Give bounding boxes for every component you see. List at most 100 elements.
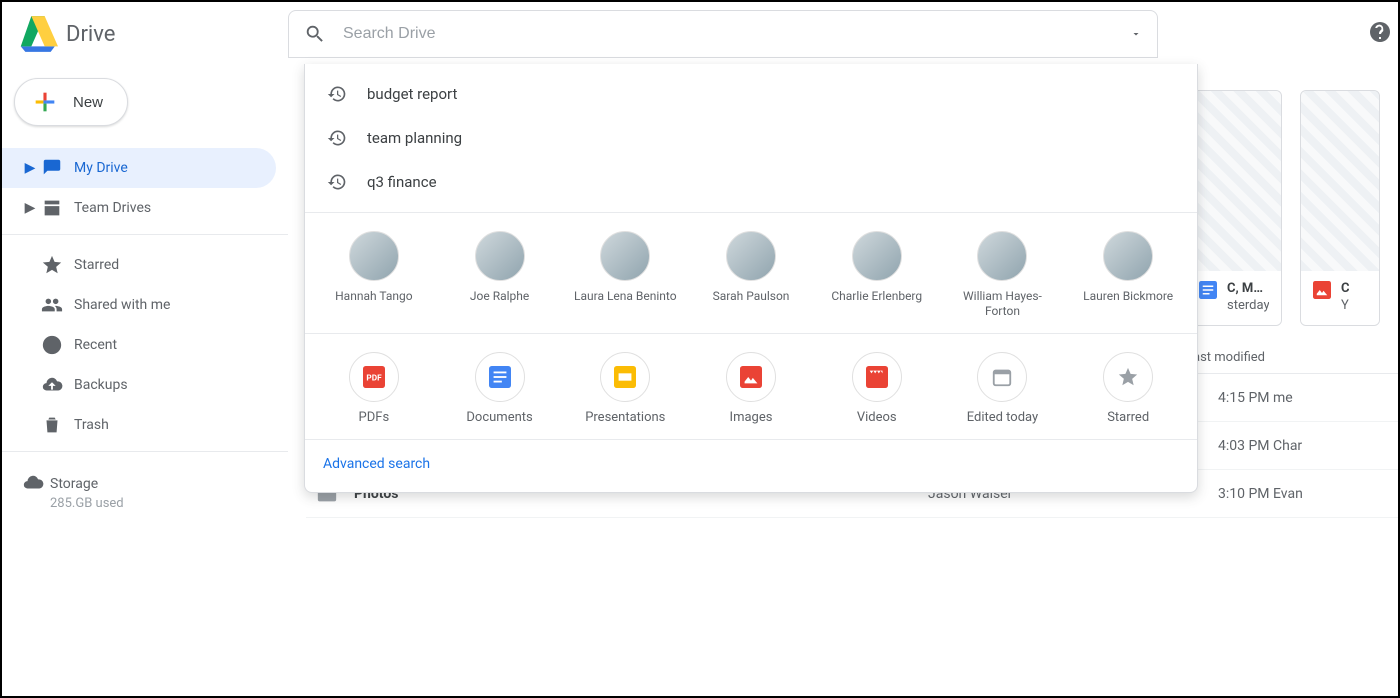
filter-chip-image[interactable]: Images [688,352,814,425]
slides-icon [600,352,650,402]
file-subtext: Y [1341,298,1350,313]
filter-label: Documents [466,410,532,425]
sidebar-item-starred[interactable]: · Starred [2,245,276,285]
search-options-caret-icon[interactable] [1130,28,1142,40]
file-thumbnail [1301,91,1379,271]
star-icon [38,254,66,276]
sidebar-item-backups[interactable]: · Backups [2,365,276,405]
search-bar[interactable] [288,10,1158,58]
video-icon [852,352,902,402]
avatar [600,231,650,281]
suggestion-text: q3 finance [367,173,437,191]
history-icon [327,172,347,192]
search-suggestion[interactable]: q3 finance [305,160,1197,204]
doc-icon [475,352,525,402]
avatar [977,231,1027,281]
sidebar-item-storage[interactable]: Storage 285.GB used [2,468,288,511]
filter-label: Starred [1107,410,1149,425]
sidebar-item-label: Starred [74,257,119,273]
avatar [852,231,902,281]
expand-caret-icon[interactable]: ▶ [22,160,38,176]
storage-used: 285.GB used [50,496,288,511]
file-modified: 4:15 PM me [1218,390,1398,406]
plus-icon [31,88,59,116]
avatar [475,231,525,281]
pdf-icon: PDF [349,352,399,402]
quick-access-card[interactable]: C, Mec… sterday [1186,90,1282,326]
person-name: Sarah Paulson [713,289,790,304]
filter-label: Edited today [967,410,1038,425]
person-chip[interactable]: William Hayes-Forton [940,231,1066,319]
person-name: Lauren Bickmore [1083,289,1173,304]
col-modified[interactable]: Last modified [1186,350,1366,365]
drive-logo-icon [18,16,58,52]
suggestion-text: team planning [367,129,462,147]
avatar [349,231,399,281]
clock-icon [38,334,66,356]
file-name: C [1341,281,1350,296]
advanced-search-link[interactable]: Advanced search [305,440,1197,492]
person-name: Hannah Tango [335,289,412,304]
svg-text:PDF: PDF [366,374,382,384]
filter-chip-calendar[interactable]: Edited today [940,352,1066,425]
people-icon [38,294,66,316]
sidebar-item-trash[interactable]: · Trash [2,405,276,445]
file-name: C, Mec… [1227,281,1269,296]
history-icon [327,84,347,104]
app-name: Drive [66,22,115,47]
person-chip[interactable]: Hannah Tango [311,231,437,319]
sidebar-item-team-drives[interactable]: ▶ Team Drives [2,188,276,228]
sidebar-item-recent[interactable]: · Recent [2,325,276,365]
storage-label: Storage [50,476,288,492]
drive-logo[interactable]: Drive [18,16,288,52]
sidebar-item-shared-with-me[interactable]: · Shared with me [2,285,276,325]
person-chip[interactable]: Joe Ralphe [437,231,563,319]
sidebar-item-label: Team Drives [74,200,151,216]
filter-chip-slides[interactable]: Presentations [562,352,688,425]
filter-chip-star[interactable]: Starred [1065,352,1191,425]
new-button-label: New [73,94,103,111]
filter-chip-video[interactable]: Videos [814,352,940,425]
filter-label: Videos [857,410,897,425]
my-drive-icon [38,157,66,179]
file-modified: 4:03 PM Char [1218,438,1398,454]
filter-label: PDFs [359,410,390,425]
sidebar-item-my-drive[interactable]: ▶ My Drive [2,148,276,188]
trash-icon [38,414,66,436]
history-icon [327,128,347,148]
sidebar-item-label: Recent [74,337,117,353]
person-chip[interactable]: Laura Lena Beninto [562,231,688,319]
file-subtext: sterday [1227,298,1269,313]
filter-chip-doc[interactable]: Documents [437,352,563,425]
person-name: Laura Lena Beninto [574,289,677,304]
help-icon[interactable] [1368,20,1392,44]
filter-label: Presentations [585,410,665,425]
avatar [1103,231,1153,281]
file-modified: 3:10 PM Evan [1218,486,1398,502]
team-drives-icon [38,197,66,219]
person-name: Charlie Erlenberg [831,289,922,304]
calendar-icon [977,352,1027,402]
search-input[interactable] [288,10,1158,58]
person-chip[interactable]: Sarah Paulson [688,231,814,319]
star-icon [1103,352,1153,402]
filter-chip-pdf[interactable]: PDF PDFs [311,352,437,425]
sidebar: New ▶ My Drive ▶ [2,66,288,696]
avatar [726,231,776,281]
expand-caret-icon[interactable]: ▶ [22,200,38,216]
cloud-upload-icon [38,374,66,396]
person-chip[interactable]: Lauren Bickmore [1065,231,1191,319]
person-name: William Hayes-Forton [947,289,1057,319]
doc-icon [1199,281,1217,299]
person-chip[interactable]: Charlie Erlenberg [814,231,940,319]
cloud-icon [22,472,44,494]
search-suggestion[interactable]: budget report [305,72,1197,116]
quick-access-card[interactable]: C Y [1300,90,1380,326]
sidebar-item-label: Trash [74,417,109,433]
suggestion-text: budget report [367,85,457,103]
search-icon [304,23,326,45]
person-name: Joe Ralphe [470,289,529,304]
search-suggestion[interactable]: team planning [305,116,1197,160]
new-button[interactable]: New [14,78,128,126]
sidebar-item-label: Shared with me [74,297,170,313]
